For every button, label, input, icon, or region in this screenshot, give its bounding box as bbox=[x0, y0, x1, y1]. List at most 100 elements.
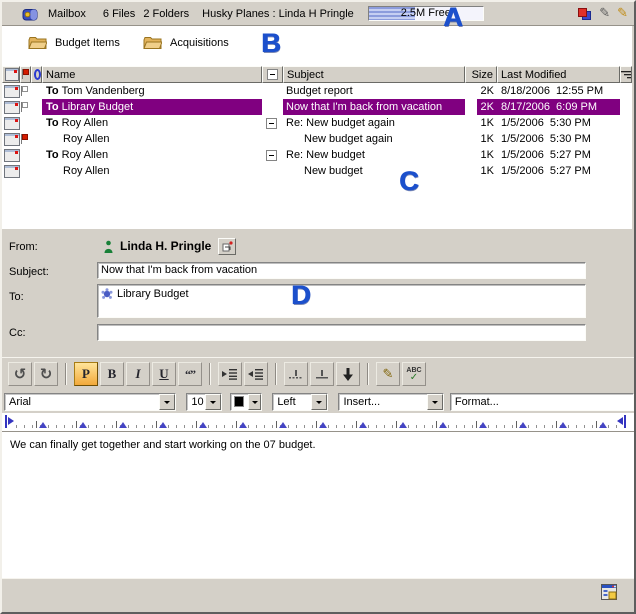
dropdown-arrow-button[interactable] bbox=[159, 394, 175, 410]
font-toolbar: Arial 10 Left Insert... Format... bbox=[2, 390, 634, 413]
message-body-editor[interactable]: We can finally get together and start wo… bbox=[2, 432, 634, 578]
bottom-bar bbox=[2, 578, 634, 612]
mailbox-list-pane: Budget Items Acquisitions Name Subject S… bbox=[2, 26, 632, 230]
column-header-flag[interactable] bbox=[20, 66, 31, 83]
redo-button[interactable]: ↻ bbox=[34, 362, 58, 386]
folder-label: Budget Items bbox=[55, 37, 120, 49]
mailbox-window: A B C D Mailbox 6 Files 2 Folders Husky … bbox=[0, 0, 636, 614]
envelope-icon bbox=[5, 68, 19, 81]
flag-red-icon bbox=[20, 134, 30, 145]
right-margin-marker[interactable] bbox=[616, 415, 626, 428]
plain-icon: P bbox=[82, 366, 90, 382]
from-value-row: Linda H. Pringle bbox=[104, 237, 236, 255]
to-label: To: bbox=[9, 291, 24, 303]
column-header-collapse[interactable] bbox=[262, 66, 283, 83]
history-icon bbox=[222, 241, 233, 252]
row-subject: Re: New budget again bbox=[286, 117, 395, 129]
annotation-letter-c: C bbox=[399, 169, 419, 193]
font-family-select[interactable]: Arial bbox=[4, 393, 176, 411]
dropdown-arrow-button[interactable] bbox=[248, 394, 261, 410]
italic-button[interactable]: I bbox=[126, 362, 150, 386]
set-tab-button[interactable] bbox=[284, 362, 308, 386]
move-down-button[interactable] bbox=[336, 362, 360, 386]
conference-icon bbox=[101, 288, 113, 300]
indent-decrease-button[interactable] bbox=[244, 362, 268, 386]
to-recipient[interactable]: Library Budget bbox=[101, 286, 582, 301]
column-header-attachment[interactable] bbox=[31, 66, 42, 83]
files-count: 6 Files bbox=[103, 8, 135, 20]
underline-button[interactable]: U bbox=[152, 362, 176, 386]
font-family-value: Arial bbox=[5, 396, 159, 408]
alignment-select[interactable]: Left bbox=[272, 393, 328, 411]
tab-stop-marker bbox=[279, 422, 287, 428]
quote-button[interactable]: “” bbox=[178, 362, 202, 386]
cc-field[interactable] bbox=[97, 324, 586, 341]
signature-pencil-icon[interactable]: ✎ bbox=[617, 7, 628, 20]
alignment-value: Left bbox=[273, 396, 311, 408]
tab-stop-marker bbox=[519, 422, 527, 428]
list-column-headers: Name Subject Size Last Modified bbox=[2, 66, 632, 83]
toolbar-separator bbox=[367, 363, 369, 385]
chevron-down-icon bbox=[252, 401, 258, 407]
tab-stop-marker bbox=[239, 422, 247, 428]
column-header-size[interactable]: Size bbox=[465, 66, 497, 83]
column-header-sort-menu[interactable] bbox=[620, 66, 632, 83]
form-view-button[interactable] bbox=[601, 584, 617, 600]
signature-icon: ✎ bbox=[383, 367, 394, 382]
font-color-select[interactable] bbox=[230, 393, 263, 411]
dropdown-arrow-button[interactable] bbox=[427, 394, 443, 410]
tab-stop-marker bbox=[559, 422, 567, 428]
row-date: 1/5/2006 5:30 PM bbox=[497, 131, 620, 147]
layers-icon[interactable] bbox=[577, 7, 592, 21]
column-header-subject[interactable]: Subject bbox=[283, 66, 465, 83]
bold-button[interactable]: B bbox=[100, 362, 124, 386]
chevron-down-icon bbox=[316, 401, 322, 407]
spell-check-button[interactable]: ABC ✓ bbox=[402, 362, 426, 386]
clear-tab-button[interactable] bbox=[310, 362, 334, 386]
italic-icon: I bbox=[135, 366, 140, 382]
column-header-last-modified[interactable]: Last Modified bbox=[497, 66, 620, 83]
formatting-toolbar: ↺ ↻ P B I U “” ✎ ABC ✓ bbox=[2, 357, 634, 390]
tab-stop-marker bbox=[79, 422, 87, 428]
paperclip-icon bbox=[34, 69, 41, 80]
plain-style-button[interactable]: P bbox=[74, 362, 98, 386]
collapse-thread-icon[interactable] bbox=[266, 118, 277, 129]
row-date: 8/17/2006 6:09 PM bbox=[497, 99, 620, 115]
row-date: 1/5/2006 5:27 PM bbox=[497, 147, 620, 163]
format-menu-select[interactable]: Format... bbox=[450, 393, 634, 411]
spell-check-icon: ABC ✓ bbox=[406, 367, 421, 381]
dropdown-arrow-button[interactable] bbox=[205, 394, 221, 410]
font-size-select[interactable]: 10 bbox=[186, 393, 221, 411]
column-header-name[interactable]: Name bbox=[42, 66, 262, 83]
compose-header-pane: From: Subject: To: Cc: Linda H. Pringle … bbox=[2, 229, 634, 357]
indent-increase-button[interactable] bbox=[218, 362, 242, 386]
edit-pencil-icon[interactable]: ✎ bbox=[599, 7, 610, 20]
row-date: 8/18/2006 12:55 PM bbox=[497, 83, 620, 99]
row-size: 2K bbox=[465, 99, 497, 115]
to-field[interactable]: Library Budget bbox=[97, 284, 586, 318]
row-size: 1K bbox=[465, 131, 497, 147]
window-title: Mailbox bbox=[48, 8, 86, 20]
folder-label: Acquisitions bbox=[170, 37, 229, 49]
message-history-button[interactable] bbox=[218, 238, 236, 255]
subject-label: Subject: bbox=[9, 266, 49, 278]
mailbox-icon bbox=[22, 6, 39, 21]
undo-button[interactable]: ↺ bbox=[8, 362, 32, 386]
row-to-prefix: To bbox=[46, 117, 59, 129]
folder-item-acquisitions[interactable]: Acquisitions bbox=[143, 36, 229, 50]
dropdown-arrow-button[interactable] bbox=[311, 394, 327, 410]
annotation-letter-d: D bbox=[291, 283, 311, 307]
set-tab-icon bbox=[288, 368, 304, 380]
row-subject: Now that I'm back from vacation bbox=[286, 101, 442, 113]
insert-menu-select[interactable]: Insert... bbox=[338, 393, 443, 411]
collapse-thread-icon[interactable] bbox=[266, 150, 277, 161]
toolbar-separator bbox=[65, 363, 67, 385]
folder-item-budget-items[interactable]: Budget Items bbox=[28, 36, 120, 50]
ruler bbox=[2, 413, 634, 432]
flag-outline-icon bbox=[20, 86, 30, 97]
column-header-item-icon[interactable] bbox=[2, 66, 20, 83]
subject-field[interactable]: Now that I'm back from vacation bbox=[97, 262, 586, 279]
message-icon bbox=[4, 101, 20, 114]
left-margin-marker[interactable] bbox=[5, 415, 15, 428]
signature-button[interactable]: ✎ bbox=[376, 362, 400, 386]
